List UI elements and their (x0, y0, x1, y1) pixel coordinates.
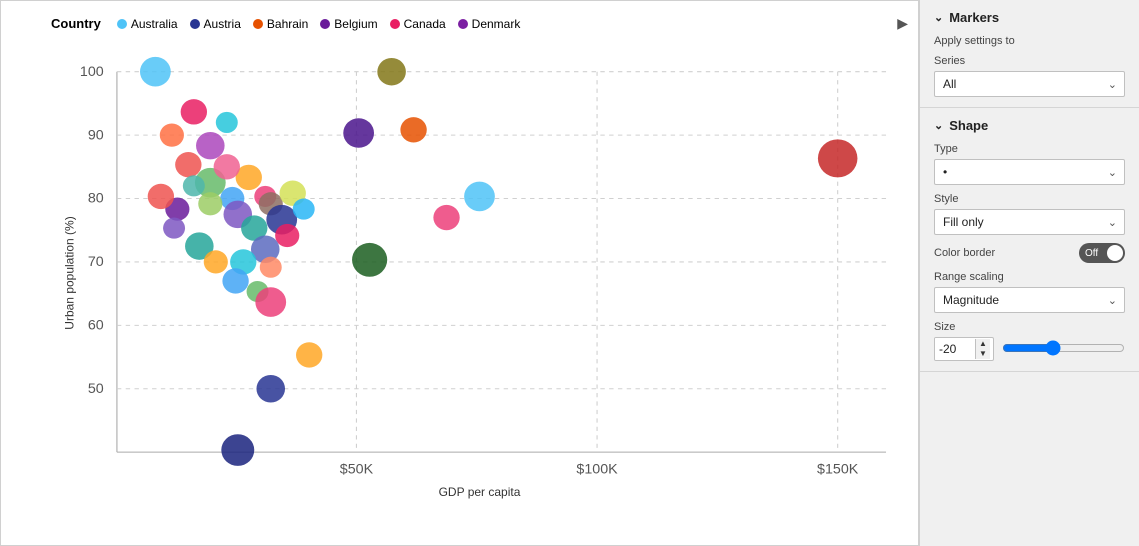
legend-dot-denmark (458, 19, 468, 29)
x-axis-label: GDP per capita (439, 485, 521, 499)
apply-settings-label: Apply settings to (934, 35, 1125, 47)
svg-text:90: 90 (88, 127, 104, 143)
svg-text:$100K: $100K (576, 461, 618, 477)
svg-text:80: 80 (88, 190, 104, 206)
style-label: Style (934, 193, 1125, 205)
legend-item-austria: Austria (190, 17, 241, 31)
legend-dot-canada (390, 19, 400, 29)
legend-item-bahrain: Bahrain (253, 17, 308, 31)
markers-chevron-icon: ⌄ (934, 11, 943, 24)
shape-section-title: Shape (949, 118, 988, 133)
legend-title: Country (51, 16, 101, 31)
range-scaling-select[interactable]: Magnitude (934, 287, 1125, 313)
type-select[interactable]: • (934, 159, 1125, 185)
right-panel: ⌄ Markers Apply settings to Series All ⌄… (919, 0, 1139, 546)
size-spinners: ▲ ▼ (975, 339, 990, 359)
series-select-wrap: All ⌄ (934, 71, 1125, 97)
y-axis-label: Urban population (%) (63, 216, 77, 329)
legend-label-canada: Canada (404, 17, 446, 31)
svg-text:$150K: $150K (817, 461, 859, 477)
size-decrement-button[interactable]: ▼ (975, 349, 990, 359)
chart-area: Country Australia Austria Bahrain Belgiu… (0, 0, 919, 546)
toggle-off-text: Off (1085, 248, 1098, 259)
svg-text:$50K: $50K (340, 461, 374, 477)
svg-text:70: 70 (88, 253, 104, 269)
size-increment-button[interactable]: ▲ (975, 339, 990, 349)
legend-label-denmark: Denmark (472, 17, 521, 31)
scatter-plot: .grid-line { stroke: #d0d0d0; stroke-das… (51, 40, 908, 505)
color-border-label: Color border (934, 247, 995, 259)
plot-container: Urban population (%) .grid-line { stroke… (51, 40, 908, 505)
legend-dot-austria (190, 19, 200, 29)
legend-dot-belgium (320, 19, 330, 29)
legend-dot-bahrain (253, 19, 263, 29)
type-select-wrap: • ⌄ (934, 159, 1125, 185)
markers-section-header[interactable]: ⌄ Markers (934, 10, 1125, 25)
toggle-knob (1107, 245, 1123, 261)
markers-section-title: Markers (949, 10, 999, 25)
legend-label-belgium: Belgium (334, 17, 377, 31)
size-slider-wrap (1002, 340, 1125, 359)
shape-section-header[interactable]: ⌄ Shape (934, 118, 1125, 133)
series-select[interactable]: All (934, 71, 1125, 97)
legend: Country Australia Austria Bahrain Belgiu… (51, 11, 908, 40)
size-slider[interactable] (1002, 340, 1125, 356)
size-input-wrap: ▲ ▼ (934, 337, 994, 361)
legend-dot-australia (117, 19, 127, 29)
type-label: Type (934, 143, 1125, 155)
shape-chevron-icon: ⌄ (934, 119, 943, 132)
legend-label-bahrain: Bahrain (267, 17, 308, 31)
legend-item-belgium: Belgium (320, 17, 377, 31)
color-border-toggle[interactable]: Off (1079, 243, 1125, 263)
svg-text:100: 100 (80, 63, 104, 79)
size-row: ▲ ▼ (934, 337, 1125, 361)
legend-label-australia: Australia (131, 17, 178, 31)
svg-text:60: 60 (88, 317, 104, 333)
color-border-row: Color border Off (934, 243, 1125, 263)
style-select[interactable]: Fill only (934, 209, 1125, 235)
svg-text:50: 50 (88, 380, 104, 396)
size-input[interactable] (935, 338, 975, 360)
legend-item-australia: Australia (117, 17, 178, 31)
markers-section: ⌄ Markers Apply settings to Series All ⌄ (920, 0, 1139, 108)
shape-section: ⌄ Shape Type • ⌄ Style Fill only ⌄ Color… (920, 108, 1139, 372)
legend-label-austria: Austria (204, 17, 241, 31)
style-select-wrap: Fill only ⌄ (934, 209, 1125, 235)
range-scaling-label: Range scaling (934, 271, 1125, 283)
legend-more-arrow[interactable]: ▶ (897, 15, 908, 32)
series-label: Series (934, 55, 1125, 67)
legend-item-canada: Canada (390, 17, 446, 31)
size-label: Size (934, 321, 1125, 333)
range-scaling-select-wrap: Magnitude ⌄ (934, 287, 1125, 313)
legend-item-denmark: Denmark (458, 17, 521, 31)
